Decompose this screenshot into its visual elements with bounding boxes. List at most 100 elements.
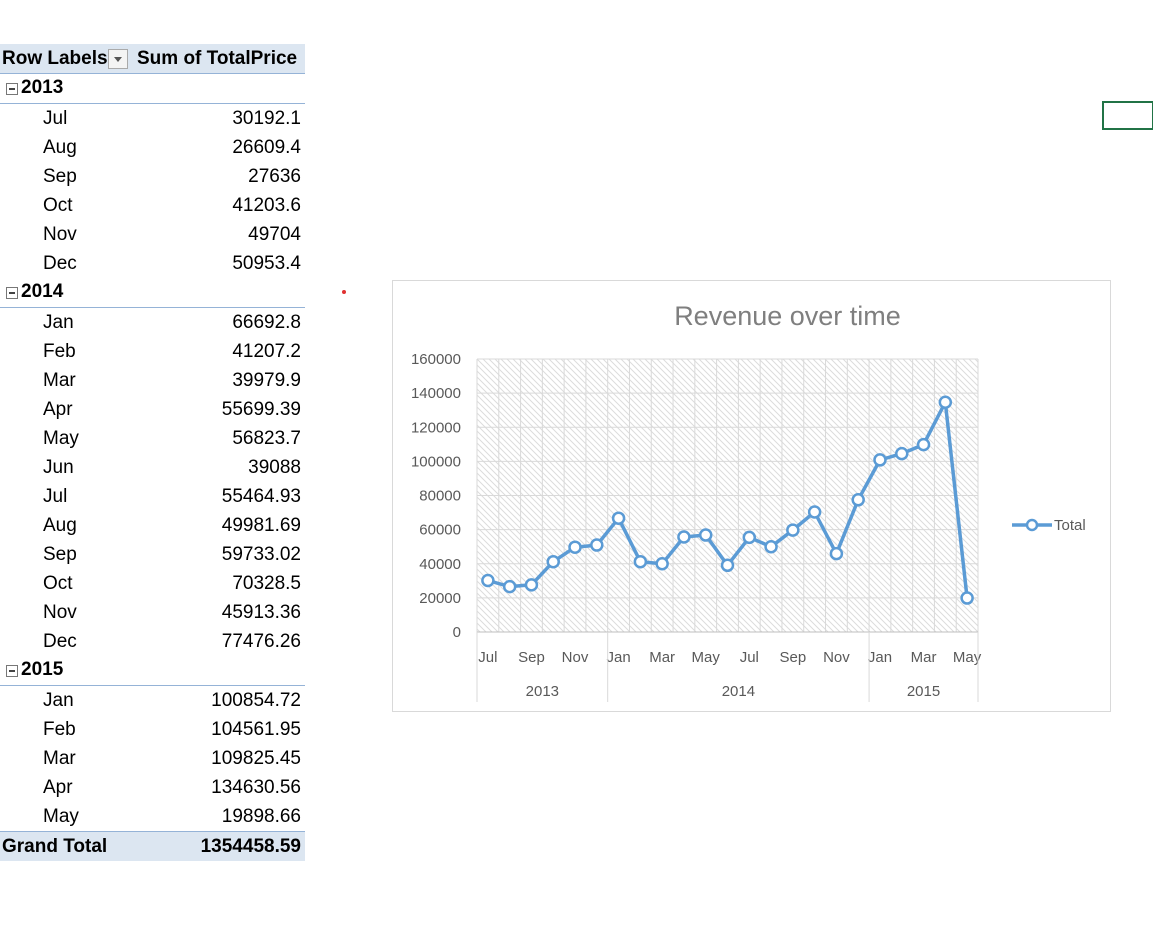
data-point <box>546 554 560 569</box>
month-row: Apr 134630.56 <box>0 773 305 802</box>
data-point <box>677 530 691 544</box>
data-point <box>742 530 757 545</box>
month-label: Nov <box>43 224 77 245</box>
filter-dropdown-button[interactable] <box>108 49 128 69</box>
year-group-label: 2015 <box>907 683 940 700</box>
grand-total-row: Grand Total 1354458.59 <box>0 831 305 861</box>
data-point <box>829 546 844 561</box>
month-row: Feb 41207.2 <box>0 337 305 366</box>
y-tick-label: 40000 <box>419 556 461 573</box>
data-point <box>851 493 865 507</box>
y-tick-label: 80000 <box>419 488 461 505</box>
month-row: Sep 59733.02 <box>0 540 305 569</box>
month-label: Feb <box>43 341 76 362</box>
month-row: May 56823.7 <box>0 424 305 453</box>
y-tick-label: 140000 <box>411 385 461 402</box>
month-value: 41203.6 <box>232 195 301 216</box>
x-tick-label: Sep <box>779 649 806 666</box>
data-point <box>633 554 648 569</box>
data-point <box>895 446 909 461</box>
month-label: Apr <box>43 777 73 798</box>
month-row: Jul 30192.1 <box>0 104 305 133</box>
month-row: Nov 45913.36 <box>0 598 305 627</box>
data-point <box>698 528 713 542</box>
year-row: 2013 <box>0 74 305 104</box>
month-value: 77476.26 <box>221 631 301 652</box>
pivot-body: 2013 Jul 30192.1 Aug 26609.4 Sep 27636 Oct 41203… <box>0 74 305 831</box>
month-value: 56823.7 <box>232 428 301 449</box>
collapse-icon[interactable] <box>6 287 18 299</box>
data-point <box>764 539 778 554</box>
month-value: 19898.66 <box>221 806 301 827</box>
collapse-icon[interactable] <box>6 665 18 677</box>
month-value: 26609.4 <box>232 137 301 158</box>
month-label: May <box>43 428 79 449</box>
month-value: 49981.69 <box>221 515 301 536</box>
month-value: 49704 <box>248 224 301 245</box>
month-row: Jan 100854.72 <box>0 686 305 715</box>
data-point <box>481 573 495 588</box>
month-label: Jun <box>43 457 74 478</box>
month-label: Jan <box>43 312 74 333</box>
month-label: Dec <box>43 631 77 652</box>
month-label: Sep <box>43 544 77 565</box>
data-point <box>916 437 931 452</box>
revenue-chart[interactable]: Revenue over time 0 20000 40000 60000 80000 10… <box>392 280 1111 712</box>
x-tick-label: Nov <box>823 649 850 666</box>
chart-canvas: Revenue over time 0 20000 40000 60000 80000 10… <box>411 301 1086 702</box>
y-tick-label: 100000 <box>411 453 461 470</box>
x-tick-label: Nov <box>562 649 589 666</box>
grand-total-label: Grand Total <box>2 836 108 857</box>
y-tick-label: 120000 <box>411 419 461 436</box>
grand-total-value: 1354458.59 <box>200 836 301 857</box>
data-point <box>524 578 539 592</box>
month-value: 55464.93 <box>221 486 301 507</box>
pivot-table: Row Labels Sum of TotalPrice 2013 Jul 3019… <box>0 44 305 861</box>
x-tick-label: Mar <box>649 649 675 666</box>
month-row: Mar 39979.9 <box>0 366 305 395</box>
month-row: Aug 26609.4 <box>0 133 305 162</box>
year-row: 2015 <box>0 656 305 686</box>
data-point <box>502 579 517 594</box>
month-value: 39979.9 <box>232 370 301 391</box>
data-point <box>720 558 735 573</box>
data-point <box>590 538 604 552</box>
month-label: Nov <box>43 602 77 623</box>
month-label: Oct <box>43 195 73 216</box>
month-row: Jun 39088 <box>0 453 305 482</box>
month-row: May 19898.66 <box>0 802 305 831</box>
selected-cell[interactable] <box>1102 101 1153 130</box>
year-group-label: 2014 <box>722 683 755 700</box>
data-point <box>611 511 626 525</box>
month-value: 66692.8 <box>232 312 301 333</box>
month-row: Aug 49981.69 <box>0 511 305 540</box>
month-row: Jul 55464.93 <box>0 482 305 511</box>
chevron-down-icon <box>114 56 122 62</box>
collapse-icon[interactable] <box>6 83 18 95</box>
month-label: Mar <box>43 370 76 391</box>
pivot-header: Row Labels Sum of TotalPrice <box>0 44 305 74</box>
month-value: 30192.1 <box>232 108 301 129</box>
month-value: 104561.95 <box>211 719 301 740</box>
year-label: 2015 <box>21 659 64 680</box>
month-value: 70328.5 <box>232 573 301 594</box>
data-point <box>960 591 974 605</box>
month-label: Sep <box>43 166 77 187</box>
month-value: 100854.72 <box>211 690 301 711</box>
month-row: Jan 66692.8 <box>0 308 305 337</box>
x-tick-label: Sep <box>518 649 545 666</box>
month-row: Oct 41203.6 <box>0 191 305 220</box>
x-tick-label: Jul <box>478 649 497 666</box>
month-label: Jan <box>43 690 74 711</box>
month-value: 134630.56 <box>211 777 301 798</box>
data-point <box>655 557 669 571</box>
month-value: 55699.39 <box>221 399 301 420</box>
sum-header: Sum of TotalPrice <box>137 48 298 69</box>
month-label: Aug <box>43 515 77 536</box>
month-label: Dec <box>43 253 77 274</box>
month-label: May <box>43 806 79 827</box>
year-group-label: 2013 <box>526 683 559 700</box>
month-row: Apr 55699.39 <box>0 395 305 424</box>
month-label: Mar <box>43 748 76 769</box>
chart-title: Revenue over time <box>674 301 901 331</box>
